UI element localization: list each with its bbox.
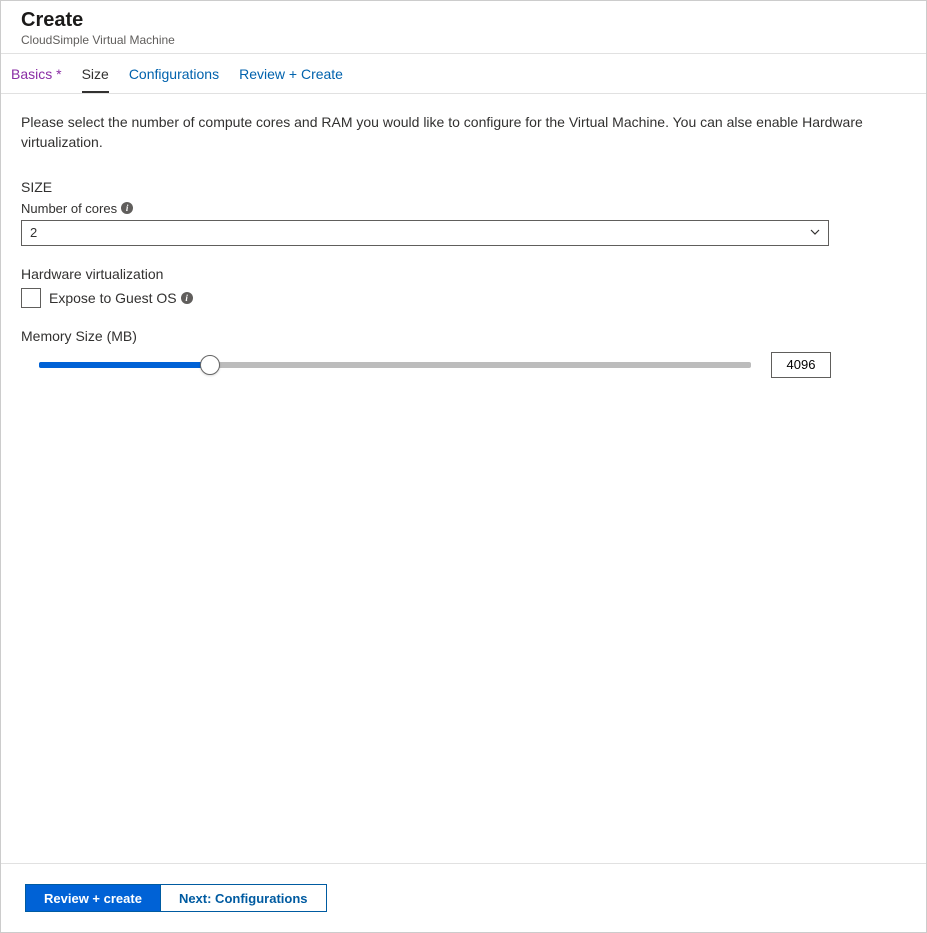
tab-basics[interactable]: Basics *: [11, 56, 62, 92]
cores-select-wrap: 2: [21, 220, 829, 246]
memory-slider-row: [21, 352, 831, 378]
page-header: Create CloudSimple Virtual Machine: [1, 1, 926, 54]
expose-guest-os-checkbox[interactable]: [21, 288, 41, 308]
cores-value: 2: [30, 225, 37, 240]
info-icon[interactable]: i: [181, 292, 193, 304]
tab-configurations[interactable]: Configurations: [129, 56, 219, 92]
create-vm-page: Create CloudSimple Virtual Machine Basic…: [0, 0, 927, 933]
tab-review-create[interactable]: Review + Create: [239, 56, 343, 92]
expose-guest-os-label-row: Expose to Guest OS i: [49, 290, 193, 306]
hardware-label: Hardware virtualization: [21, 266, 906, 282]
expose-guest-os-label: Expose to Guest OS: [49, 290, 177, 306]
tab-bar: Basics * Size Configurations Review + Cr…: [1, 54, 926, 94]
slider-thumb[interactable]: [200, 355, 220, 375]
memory-slider[interactable]: [39, 355, 751, 375]
cores-field: Number of cores i 2: [21, 201, 906, 246]
memory-input[interactable]: [771, 352, 831, 378]
page-title: Create: [21, 9, 906, 32]
size-section-heading: SIZE: [21, 179, 906, 195]
description-text: Please select the number of compute core…: [21, 112, 881, 153]
footer-bar: Review + create Next: Configurations: [1, 863, 926, 932]
info-icon[interactable]: i: [121, 202, 133, 214]
cores-select[interactable]: 2: [21, 220, 829, 246]
hardware-checkbox-row: Expose to Guest OS i: [21, 288, 906, 308]
review-create-button[interactable]: Review + create: [25, 884, 160, 912]
page-subtitle: CloudSimple Virtual Machine: [21, 33, 906, 47]
memory-field: Memory Size (MB): [21, 328, 906, 378]
next-configurations-button[interactable]: Next: Configurations: [160, 884, 327, 912]
cores-label: Number of cores: [21, 201, 117, 216]
tab-size[interactable]: Size: [82, 56, 109, 92]
content-area: Please select the number of compute core…: [1, 94, 926, 863]
cores-label-row: Number of cores i: [21, 201, 906, 216]
memory-label: Memory Size (MB): [21, 328, 906, 344]
hardware-field: Hardware virtualization Expose to Guest …: [21, 266, 906, 308]
slider-fill: [39, 362, 210, 368]
